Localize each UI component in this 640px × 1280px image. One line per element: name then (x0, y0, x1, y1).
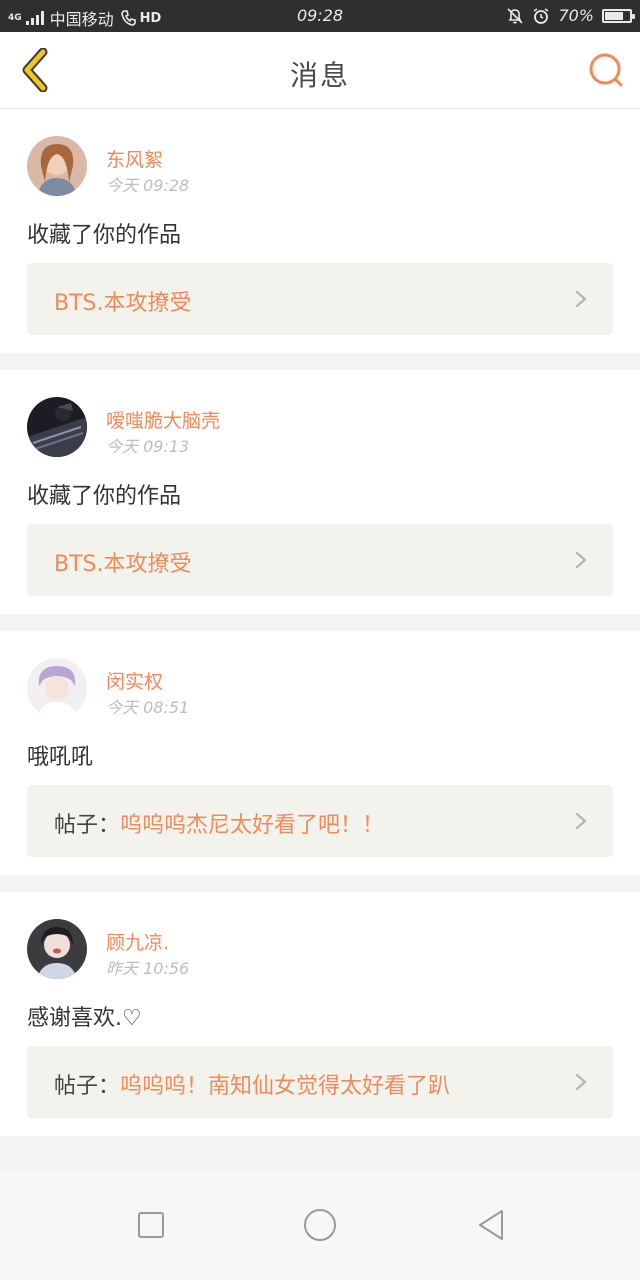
status-bar: 4G 中国移动 HD 09:28 70% (0, 0, 640, 32)
chevron-right-icon (575, 290, 587, 308)
back-nav-button[interactable] (466, 1200, 516, 1250)
battery-fill (605, 11, 624, 20)
avatar[interactable] (27, 919, 87, 979)
battery-icon (602, 8, 635, 23)
timestamp: 昨天 10:56 (106, 959, 190, 978)
username[interactable]: 嗳嗤脆大脑壳 (106, 406, 220, 433)
message-card: 嗳嗤脆大脑壳 今天 09:13 收藏了你的作品 BTS.本攻撩受 (0, 370, 640, 614)
ref-title: 呜呜呜杰尼太好看了吧！！ (120, 813, 385, 838)
message-card: 东风絮 今天 09:28 收藏了你的作品 BTS.本攻撩受 (0, 109, 640, 353)
linked-post-label: 帖子：呜呜呜！南知仙女觉得太好看了趴 (54, 1068, 450, 1100)
message-text: 哦吼吼 (27, 745, 94, 770)
message-text: 感谢喜欢.♡ (27, 1006, 142, 1031)
search-button[interactable] (586, 50, 626, 90)
status-right: 70% (506, 6, 635, 25)
battery-percent: 70% (558, 6, 594, 25)
avatar[interactable] (27, 658, 87, 718)
alarm-icon (533, 7, 549, 24)
linked-work-item[interactable]: BTS.本攻撩受 (27, 263, 613, 335)
linked-post-item[interactable]: 帖子：呜呜呜杰尼太好看了吧！！ (27, 785, 613, 857)
linked-work-item[interactable]: BTS.本攻撩受 (27, 524, 613, 596)
message-card: 顾九凉. 昨天 10:56 感谢喜欢.♡ 帖子：呜呜呜！南知仙女觉得太好看了趴 (0, 892, 640, 1136)
timestamp: 今天 09:13 (106, 437, 190, 456)
ref-title: BTS.本攻撩受 (54, 291, 192, 316)
linked-work-label: BTS.本攻撩受 (54, 546, 192, 578)
chevron-right-icon (575, 551, 587, 569)
back-icon (479, 1210, 503, 1240)
timestamp: 今天 08:51 (106, 698, 190, 717)
avatar[interactable] (27, 136, 87, 196)
linked-post-item[interactable]: 帖子：呜呜呜！南知仙女觉得太好看了趴 (27, 1046, 613, 1118)
avatar-image (27, 658, 87, 718)
username[interactable]: 闵实权 (106, 667, 163, 694)
header-bar: 消息 (0, 32, 640, 109)
home-button[interactable] (295, 1200, 345, 1250)
chevron-right-icon (575, 1073, 587, 1091)
message-card: 闵实权 今天 08:51 哦吼吼 帖子：呜呜呜杰尼太好看了吧！！ (0, 631, 640, 875)
avatar-image (27, 919, 87, 979)
recent-apps-icon (138, 1212, 164, 1238)
search-icon (589, 53, 623, 87)
linked-post-label: 帖子：呜呜呜杰尼太好看了吧！！ (54, 807, 384, 839)
ref-title: 呜呜呜！南知仙女觉得太好看了趴 (120, 1074, 451, 1099)
ref-prefix: 帖子： (54, 1074, 121, 1099)
timestamp: 今天 09:28 (106, 176, 190, 195)
ref-title: BTS.本攻撩受 (54, 552, 192, 577)
system-nav-bar (0, 1170, 640, 1280)
page-title: 消息 (289, 59, 350, 92)
avatar[interactable] (27, 397, 87, 457)
home-icon (304, 1209, 336, 1241)
chevron-right-icon (575, 812, 587, 830)
username[interactable]: 东风絮 (106, 145, 163, 172)
message-text: 收藏了你的作品 (27, 223, 182, 248)
mute-bell-icon (507, 7, 524, 24)
message-text: 收藏了你的作品 (27, 484, 182, 509)
message-list: 东风絮 今天 09:28 收藏了你的作品 BTS.本攻撩受 嗳嗤脆大脑壳 今天 … (0, 109, 640, 1153)
ref-prefix: 帖子： (54, 813, 121, 838)
username[interactable]: 顾九凉. (106, 928, 169, 955)
recent-apps-button[interactable] (126, 1200, 176, 1250)
avatar-image (27, 136, 87, 196)
avatar-image (27, 397, 87, 457)
linked-work-label: BTS.本攻撩受 (54, 285, 192, 317)
